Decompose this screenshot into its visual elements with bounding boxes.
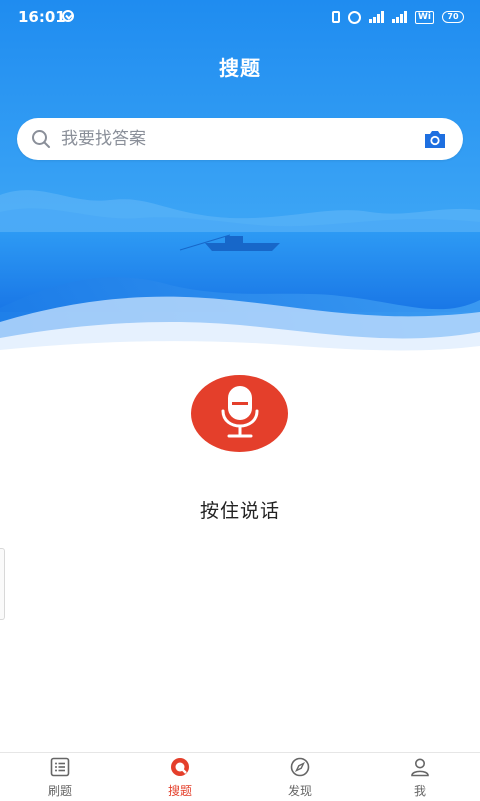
signal-icon (391, 11, 407, 23)
status-icons: Wi 70 (331, 9, 464, 25)
voice-search-button[interactable] (191, 375, 288, 452)
bottom-tab-bar: 刷题 搜题 发现 我 (0, 752, 480, 801)
status-time: 16:01 (18, 8, 66, 26)
tab-label: 搜题 (167, 784, 192, 798)
vibrate-icon (331, 11, 340, 23)
voice-hint-label: 按住说话 (199, 500, 280, 522)
wifi-icon: Wi (414, 10, 434, 24)
search-ring-icon (171, 758, 189, 776)
check-circle-icon (62, 10, 74, 22)
status-bar: 16:01 Wi 70 (0, 0, 480, 34)
tab-practice[interactable]: 刷题 (0, 753, 120, 801)
tab-discover[interactable]: 发现 (240, 753, 360, 801)
tab-label: 我 (413, 784, 426, 798)
microphone-icon (221, 386, 259, 438)
list-icon (50, 757, 70, 777)
page-title: 搜题 (219, 56, 261, 80)
search-input[interactable] (61, 118, 401, 160)
tab-label: 刷题 (47, 784, 72, 798)
alarm-icon (347, 10, 361, 24)
compass-icon (290, 757, 310, 777)
side-drawer-handle[interactable] (0, 548, 5, 620)
tab-search[interactable]: 搜题 (120, 753, 240, 801)
search-icon (32, 130, 50, 148)
tab-me[interactable]: 我 (360, 753, 480, 801)
tab-label: 发现 (287, 784, 312, 798)
signal-icon (368, 11, 384, 23)
battery-icon: 70 (442, 11, 464, 23)
camera-icon[interactable] (423, 128, 447, 150)
user-icon (411, 758, 429, 777)
search-bar[interactable] (17, 118, 463, 160)
